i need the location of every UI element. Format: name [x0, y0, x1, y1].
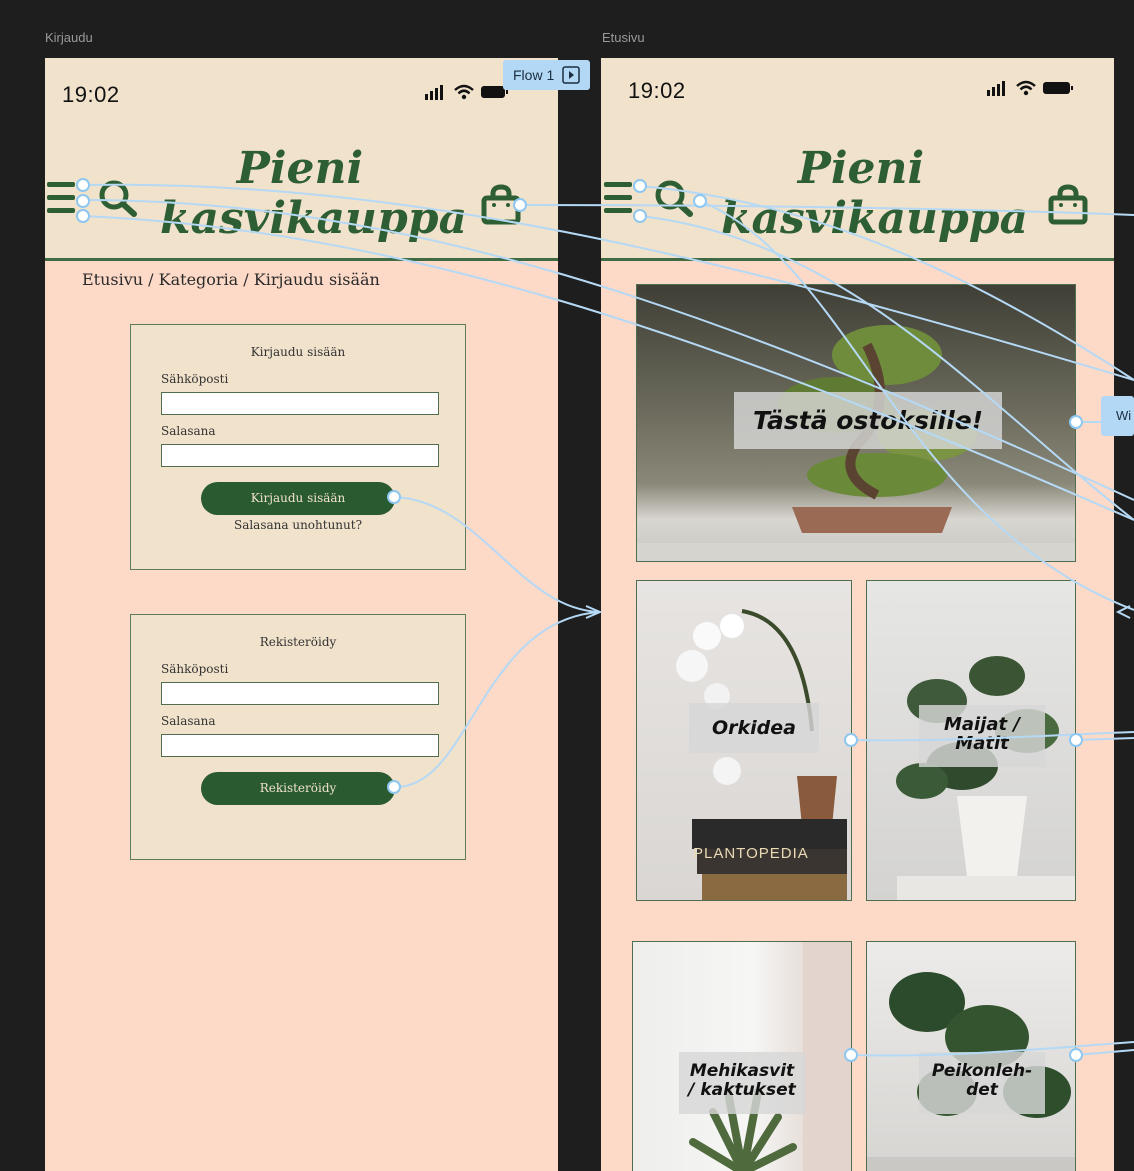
login-email-field[interactable] — [161, 392, 439, 415]
category-maijat-matit-label: Maijat / Matit — [919, 705, 1045, 767]
app-header: 19:02 Pieni kasvikauppa — [601, 58, 1114, 261]
arrowhead-etusivu — [585, 605, 603, 619]
category-maijat-matit-label-line2: Matit — [955, 733, 1009, 754]
category-mehikasvit[interactable]: Mehikasvit / kaktukset — [632, 941, 852, 1171]
frame-label-kirjaudu[interactable]: Kirjaudu — [45, 30, 93, 45]
brand-logo[interactable]: Pieni kasvikauppa — [160, 143, 468, 244]
wifi-icon — [454, 84, 474, 100]
signal-icon — [987, 81, 1005, 96]
register-password-label: Salasana — [161, 714, 216, 728]
register-password-field[interactable] — [161, 734, 439, 757]
category-peikonlehdet-label-line1: Peikonleh- — [931, 1061, 1033, 1081]
status-time: 19:02 — [62, 82, 120, 107]
hero-label: Tästä ostoksille! — [734, 392, 1002, 449]
app-header: 19:02 Pieni kasvikauppa — [45, 58, 558, 261]
shopping-bag-icon[interactable] — [480, 184, 522, 230]
frame-etusivu: 19:02 Pieni kasvikauppa Tästä ostoksille… — [601, 58, 1114, 1171]
logo-line1: Pieni — [236, 143, 364, 194]
flow-start-tag[interactable]: Flow 1 — [503, 60, 591, 90]
category-peikonlehdet-label: Peikonleh- det — [919, 1052, 1045, 1114]
category-orkidea-label: Orkidea — [689, 703, 819, 753]
menu-icon[interactable] — [47, 180, 77, 220]
category-maijat-matit-label-line1: Maijat / — [944, 714, 1020, 735]
flow-label: Flow 1 — [513, 67, 555, 83]
brand-logo[interactable]: Pieni kasvikauppa — [721, 143, 1029, 244]
book-title: PLANTOPEDIA — [693, 845, 809, 862]
search-icon[interactable] — [97, 178, 139, 222]
signal-icon — [425, 85, 443, 100]
frame-label-etusivu[interactable]: Etusivu — [602, 30, 645, 45]
hero-banner[interactable]: Tästä ostoksille! — [636, 284, 1076, 562]
register-email-label: Sähköposti — [161, 662, 229, 676]
category-mehikasvit-label-line2: / kaktukset — [688, 1080, 796, 1100]
menu-icon[interactable] — [604, 180, 634, 220]
category-peikonlehdet[interactable]: Peikonleh- det — [866, 941, 1076, 1171]
register-email-field[interactable] — [161, 682, 439, 705]
search-icon[interactable] — [653, 178, 695, 222]
battery-icon — [1043, 82, 1073, 94]
logo-line2: kasvikauppa — [160, 193, 468, 244]
category-maijat-matit[interactable]: Maijat / Matit — [866, 580, 1076, 901]
shopping-bag-icon[interactable] — [1047, 184, 1089, 230]
wifi-icon — [1016, 80, 1036, 96]
login-password-label: Salasana — [161, 424, 216, 438]
login-email-label: Sähköposti — [161, 372, 229, 386]
frame-kirjaudu: 19:02 Pieni kasvikauppa Etusivu / Katego… — [45, 58, 558, 1171]
login-password-field[interactable] — [161, 444, 439, 467]
flow-partial-tag[interactable]: Wi — [1101, 396, 1134, 436]
register-button[interactable]: Rekisteröidy — [201, 772, 395, 805]
register-title: Rekisteröidy — [259, 635, 337, 649]
category-orkidea[interactable]: PLANTOPEDIA Orkidea — [636, 580, 852, 901]
login-card: Kirjaudu sisään Sähköposti Salasana Kirj… — [130, 324, 466, 570]
breadcrumb[interactable]: Etusivu / Kategoria / Kirjaudu sisään — [82, 270, 380, 289]
category-mehikasvit-label: Mehikasvit / kaktukset — [679, 1052, 805, 1114]
login-button[interactable]: Kirjaudu sisään — [201, 482, 395, 515]
status-time: 19:02 — [628, 78, 686, 103]
arrowhead-right-edge — [1115, 605, 1131, 619]
category-mehikasvit-label-line1: Mehikasvit — [689, 1061, 795, 1081]
category-peikonlehdet-label-line2: det — [966, 1080, 998, 1100]
logo-line2: kasvikauppa — [721, 193, 1029, 244]
status-icons — [987, 80, 1075, 96]
logo-line1: Pieni — [797, 143, 925, 194]
login-title: Kirjaudu sisään — [250, 345, 346, 359]
play-icon — [562, 66, 580, 84]
forgot-password-link[interactable]: Salasana unohtunut? — [131, 518, 465, 532]
register-card: Rekisteröidy Sähköposti Salasana Rekiste… — [130, 614, 466, 860]
status-icons — [425, 84, 509, 100]
